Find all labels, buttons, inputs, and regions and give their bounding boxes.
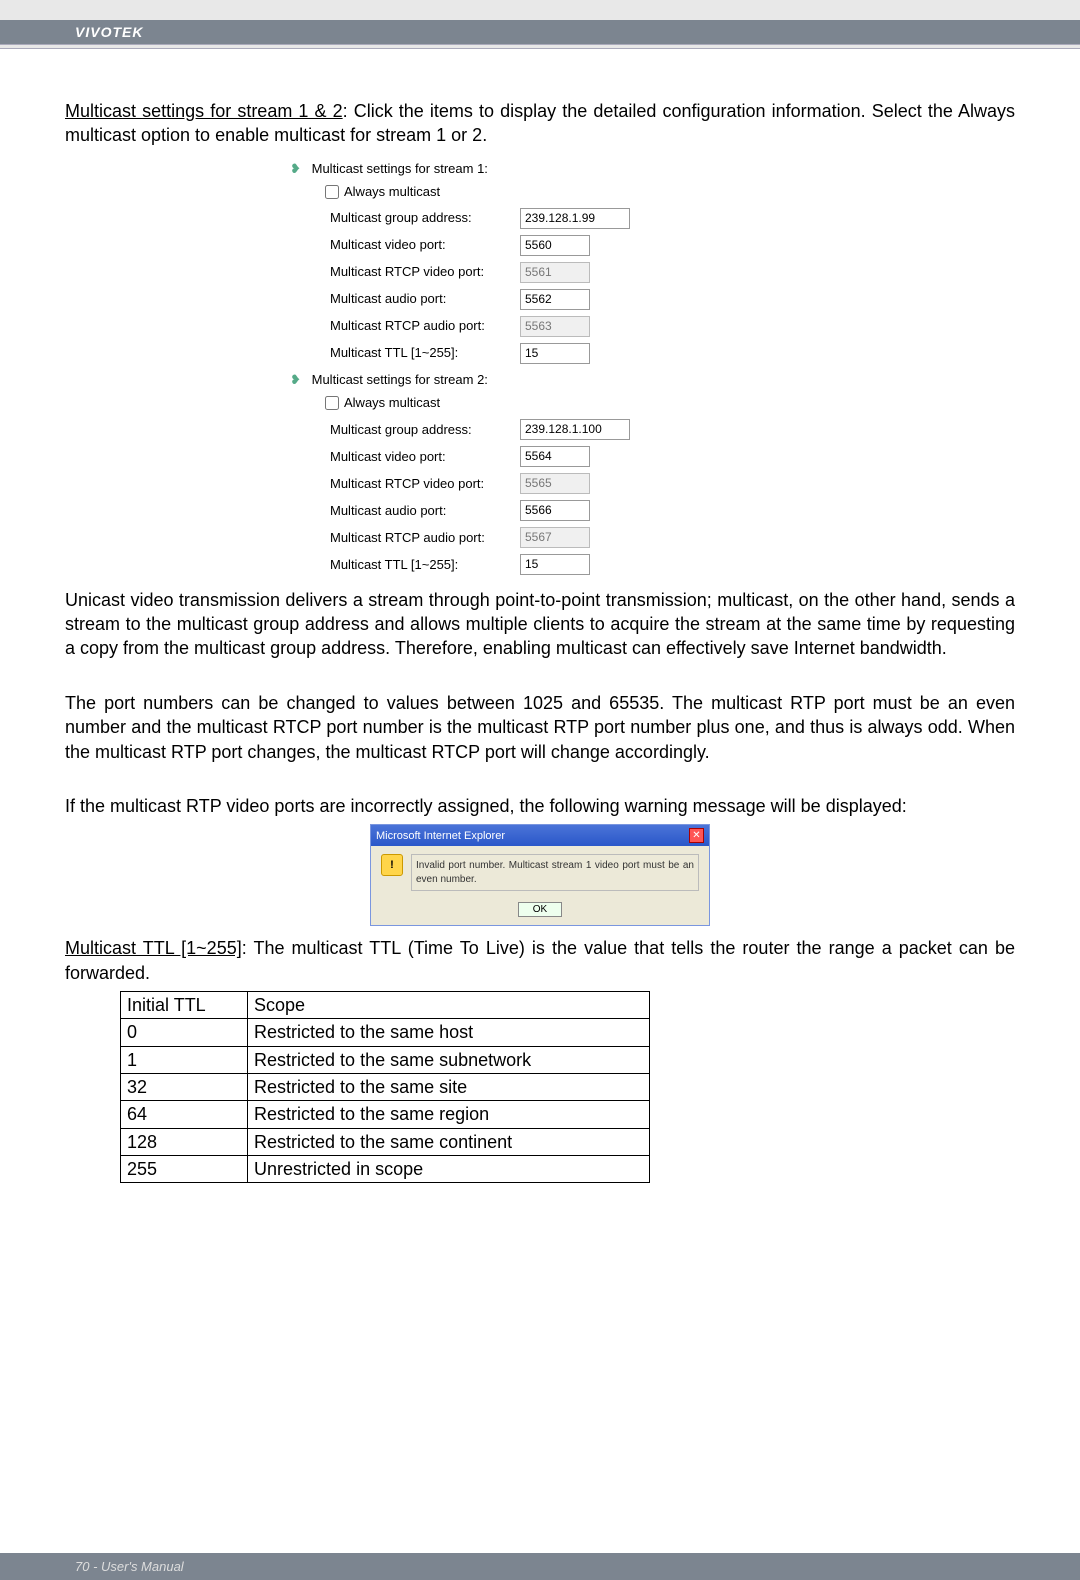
stream2-always-label: Always multicast xyxy=(344,394,440,412)
ttl-cell: 128 xyxy=(121,1128,248,1155)
s2-ttl-label: Multicast TTL [1~255]: xyxy=(290,556,520,574)
stream2-title: Multicast settings for stream 2: xyxy=(312,372,488,387)
chevron-down-icon: ❥ xyxy=(290,160,308,178)
s1-video-port-label: Multicast video port: xyxy=(290,236,520,254)
s1-rtcp-video-label: Multicast RTCP video port: xyxy=(290,263,520,281)
s1-video-port-input[interactable] xyxy=(520,235,590,256)
s1-ttl-input[interactable] xyxy=(520,343,590,364)
paragraph-warning-intro: If the multicast RTP video ports are inc… xyxy=(65,794,1015,818)
stream2-title-row[interactable]: ❥ Multicast settings for stream 2: xyxy=(290,367,790,393)
warning-icon: ! xyxy=(381,854,403,876)
s1-rtcp-audio-label: Multicast RTCP audio port: xyxy=(290,317,520,335)
stream1-settings: ❥ Multicast settings for stream 1: Alway… xyxy=(290,156,790,578)
stream1-title: Multicast settings for stream 1: xyxy=(312,161,488,176)
page-footer: 70 - User's Manual xyxy=(0,1553,1080,1580)
stream1-always-label: Always multicast xyxy=(344,183,440,201)
table-row: 1Restricted to the same subnetwork xyxy=(121,1046,650,1073)
scope-cell: Restricted to the same continent xyxy=(248,1128,650,1155)
page-content: Multicast settings for stream 1 & 2: Cli… xyxy=(0,49,1080,1223)
s2-rtcp-audio-label: Multicast RTCP audio port: xyxy=(290,529,520,547)
stream2-always-multicast-checkbox[interactable] xyxy=(325,396,339,410)
s2-ttl-input[interactable] xyxy=(520,554,590,575)
ttl-heading: Multicast TTL [1~255] xyxy=(65,938,242,958)
ttl-paragraph: Multicast TTL [1~255]: The multicast TTL… xyxy=(65,936,1015,985)
s2-group-addr-label: Multicast group address: xyxy=(290,421,520,439)
s1-rtcp-video-input xyxy=(520,262,590,283)
stream1-title-row[interactable]: ❥ Multicast settings for stream 1: xyxy=(290,156,790,182)
scope-cell: Unrestricted in scope xyxy=(248,1155,650,1182)
s2-audio-port-label: Multicast audio port: xyxy=(290,502,520,520)
dialog-title-text: Microsoft Internet Explorer xyxy=(376,829,505,844)
ttl-cell: 255 xyxy=(121,1155,248,1182)
scope-cell: Restricted to the same subnetwork xyxy=(248,1046,650,1073)
s2-rtcp-video-input xyxy=(520,473,590,494)
ttl-cell: 1 xyxy=(121,1046,248,1073)
s1-ttl-label: Multicast TTL [1~255]: xyxy=(290,344,520,362)
ttl-cell: 32 xyxy=(121,1073,248,1100)
paragraph-unicast: Unicast video transmission delivers a st… xyxy=(65,588,1015,661)
scope-cell: Restricted to the same region xyxy=(248,1101,650,1128)
ttl-col2-header: Scope xyxy=(248,992,650,1019)
table-row: 0Restricted to the same host xyxy=(121,1019,650,1046)
s2-video-port-input[interactable] xyxy=(520,446,590,467)
s2-group-addr-input[interactable] xyxy=(520,419,630,440)
intro-heading: Multicast settings for stream 1 & 2 xyxy=(65,101,343,121)
scope-cell: Restricted to the same host xyxy=(248,1019,650,1046)
s2-rtcp-audio-input xyxy=(520,527,590,548)
s1-group-addr-input[interactable] xyxy=(520,208,630,229)
ttl-cell: 64 xyxy=(121,1101,248,1128)
table-row: 32Restricted to the same site xyxy=(121,1073,650,1100)
dialog-ok-button[interactable]: OK xyxy=(518,902,562,917)
top-gray-bar xyxy=(0,0,1080,20)
brand-header: VIVOTEK xyxy=(0,20,1080,44)
table-row: Initial TTL Scope xyxy=(121,992,650,1019)
s2-audio-port-input[interactable] xyxy=(520,500,590,521)
s1-audio-port-label: Multicast audio port: xyxy=(290,290,520,308)
chevron-down-icon: ❥ xyxy=(290,371,308,389)
table-row: 128Restricted to the same continent xyxy=(121,1128,650,1155)
warning-dialog: Microsoft Internet Explorer ✕ ! Invalid … xyxy=(370,824,710,926)
intro-paragraph: Multicast settings for stream 1 & 2: Cli… xyxy=(65,99,1015,148)
s2-rtcp-video-label: Multicast RTCP video port: xyxy=(290,475,520,493)
ttl-table: Initial TTL Scope 0Restricted to the sam… xyxy=(120,991,650,1183)
ttl-cell: 0 xyxy=(121,1019,248,1046)
stream1-always-multicast-checkbox[interactable] xyxy=(325,185,339,199)
scope-cell: Restricted to the same site xyxy=(248,1073,650,1100)
paragraph-ports: The port numbers can be changed to value… xyxy=(65,691,1015,764)
ttl-col1-header: Initial TTL xyxy=(121,992,248,1019)
table-row: 255Unrestricted in scope xyxy=(121,1155,650,1182)
s2-video-port-label: Multicast video port: xyxy=(290,448,520,466)
close-icon[interactable]: ✕ xyxy=(689,828,704,843)
s1-rtcp-audio-input xyxy=(520,316,590,337)
dialog-message: Invalid port number. Multicast stream 1 … xyxy=(411,854,699,891)
table-row: 64Restricted to the same region xyxy=(121,1101,650,1128)
s1-audio-port-input[interactable] xyxy=(520,289,590,310)
s1-group-addr-label: Multicast group address: xyxy=(290,209,520,227)
